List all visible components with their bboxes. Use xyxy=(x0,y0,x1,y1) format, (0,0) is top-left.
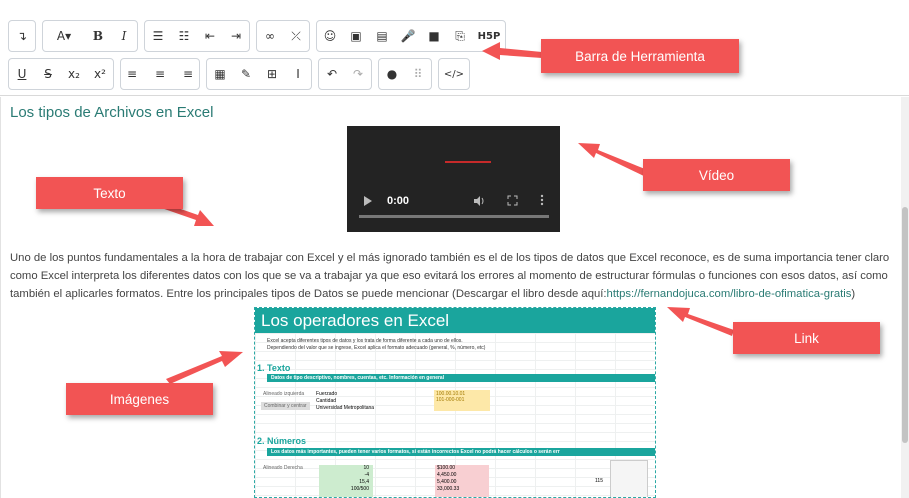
html-icon[interactable]: </> xyxy=(439,59,469,89)
toolbar-row-2: U S x₂ x² ≡ ≡ ≡ ▦ ✎ ⊞ Ⅰ ↶ ↷ ● ⠿ </> xyxy=(8,58,470,92)
record-video-icon[interactable]: ■ xyxy=(421,21,447,51)
page-title: Los tipos de Archivos en Excel xyxy=(10,104,214,121)
outdent-icon[interactable]: ⇤ xyxy=(197,21,223,51)
body-paragraph: Uno de los puntos fundamentales a la hor… xyxy=(10,249,896,303)
h5p-icon[interactable]: H5P xyxy=(473,21,505,51)
superscript-icon[interactable]: x² xyxy=(87,59,113,89)
subscript-icon[interactable]: x₂ xyxy=(61,59,87,89)
sheet-intro-1: Excel acepta diferentes tipos de datos y… xyxy=(267,338,463,344)
unlink-icon[interactable]: ⤫ xyxy=(283,21,309,51)
accessibility-icon[interactable]: ● xyxy=(379,59,405,89)
video-progress-bar[interactable] xyxy=(359,215,549,218)
numbered-list-icon[interactable]: ☷ xyxy=(171,21,197,51)
edit-icon[interactable]: ✎ xyxy=(233,59,259,89)
align-left-icon[interactable]: ≡ xyxy=(121,59,147,89)
editor-screenshot: ↴ A▾ B I ☰ ☷ ⇤ ⇥ ∞ ⤫ ☺ ▣ ▤ 🎤 ■ ⎘ H5P U S… xyxy=(0,0,909,498)
callout-images: Imágenes xyxy=(66,383,213,415)
format-popup xyxy=(610,460,648,497)
emoji-icon[interactable]: ☺ xyxy=(317,21,343,51)
paragraph-end: ) xyxy=(851,288,856,300)
font-color-icon[interactable]: A▾ xyxy=(43,21,85,51)
sheet-cell: Alineado izquierda xyxy=(263,391,305,397)
callout-video: Vídeo xyxy=(643,159,790,191)
sheet-section-text: 1. Texto xyxy=(257,363,291,373)
sheet-section-numbers: 2. Números xyxy=(257,436,307,446)
video-time: 0:00 xyxy=(387,195,410,207)
undo-icon[interactable]: ↶ xyxy=(319,59,345,89)
align-right-icon[interactable]: ≡ xyxy=(173,59,199,89)
fullscreen-icon[interactable] xyxy=(507,195,518,206)
more-options-icon[interactable] xyxy=(540,194,544,206)
strikethrough-icon[interactable]: S xyxy=(35,59,61,89)
link-icon[interactable]: ∞ xyxy=(257,21,283,51)
table-icon[interactable]: ⊞ xyxy=(259,59,285,89)
sheet-cell-red: $100.00 4,450.00 5,400.00 33,000.33 xyxy=(435,465,489,497)
underline-icon[interactable]: U xyxy=(9,59,35,89)
sheet-cell: Alineado Derecha xyxy=(263,465,303,471)
callout-link: Link xyxy=(733,322,880,354)
indent-icon[interactable]: ⇥ xyxy=(223,21,249,51)
clear-format-icon[interactable]: Ⅰ xyxy=(285,59,311,89)
italic-icon[interactable]: I xyxy=(111,21,137,51)
media-icon[interactable]: ▤ xyxy=(369,21,395,51)
play-icon[interactable] xyxy=(363,196,373,206)
sheet-cell-green: 10 -4 15,4 100/500 xyxy=(319,465,373,497)
editor-toolbar: ↴ A▾ B I ☰ ☷ ⇤ ⇥ ∞ ⤫ ☺ ▣ ▤ 🎤 ■ ⎘ H5P U S… xyxy=(0,0,909,96)
sheet-intro-2: Dependiendo del valor que se ingrese, Ex… xyxy=(267,345,486,351)
sheet-cell: Combinar y centrar xyxy=(261,402,310,410)
download-link[interactable]: https://fernandojuca.com/libro-de-ofimat… xyxy=(607,288,852,300)
bold-icon[interactable]: B xyxy=(85,21,111,51)
video-frame-line xyxy=(445,161,491,163)
scrollbar[interactable] xyxy=(901,97,909,498)
calculator-icon[interactable]: ▦ xyxy=(207,59,233,89)
redo-icon[interactable]: ↷ xyxy=(345,59,371,89)
copy-icon[interactable]: ⎘ xyxy=(447,21,473,51)
sheet-cell: Cantidad xyxy=(316,398,337,404)
sheet-cell: 115 xyxy=(595,478,603,484)
callout-toolbar: Barra de Herramienta xyxy=(541,39,739,73)
sheet-cell: Fuerzado xyxy=(316,391,338,397)
toolbar-row-1: ↴ A▾ B I ☰ ☷ ⇤ ⇥ ∞ ⤫ ☺ ▣ ▤ 🎤 ■ ⎘ H5P xyxy=(8,20,506,54)
scrollbar-thumb[interactable] xyxy=(902,207,908,443)
image-icon[interactable]: ▣ xyxy=(343,21,369,51)
sheet-cell: Universidad Metropolitana xyxy=(316,405,375,411)
align-center-icon[interactable]: ≡ xyxy=(147,59,173,89)
sheet-band-text: Datos de tipo descriptivo, nombres, cuen… xyxy=(267,374,655,382)
callout-text: Texto xyxy=(36,177,183,209)
video-player[interactable]: 0:00 xyxy=(347,126,560,232)
volume-icon[interactable] xyxy=(473,195,485,207)
screenreader-icon[interactable]: ⠿ xyxy=(405,59,431,89)
sheet-title: Los operadores en Excel xyxy=(255,308,655,333)
sheet-cell-highlight: 100.00.10.01 101-000-001 xyxy=(434,390,490,411)
paragraph-icon[interactable]: ↴ xyxy=(9,21,35,51)
sheet-band-numbers: Los datos más importantes, pueden tener … xyxy=(267,448,655,456)
embedded-excel-image: Los operadores en Excel Excel acepta dif… xyxy=(254,307,656,498)
record-audio-icon[interactable]: 🎤 xyxy=(395,21,421,51)
bullet-list-icon[interactable]: ☰ xyxy=(145,21,171,51)
